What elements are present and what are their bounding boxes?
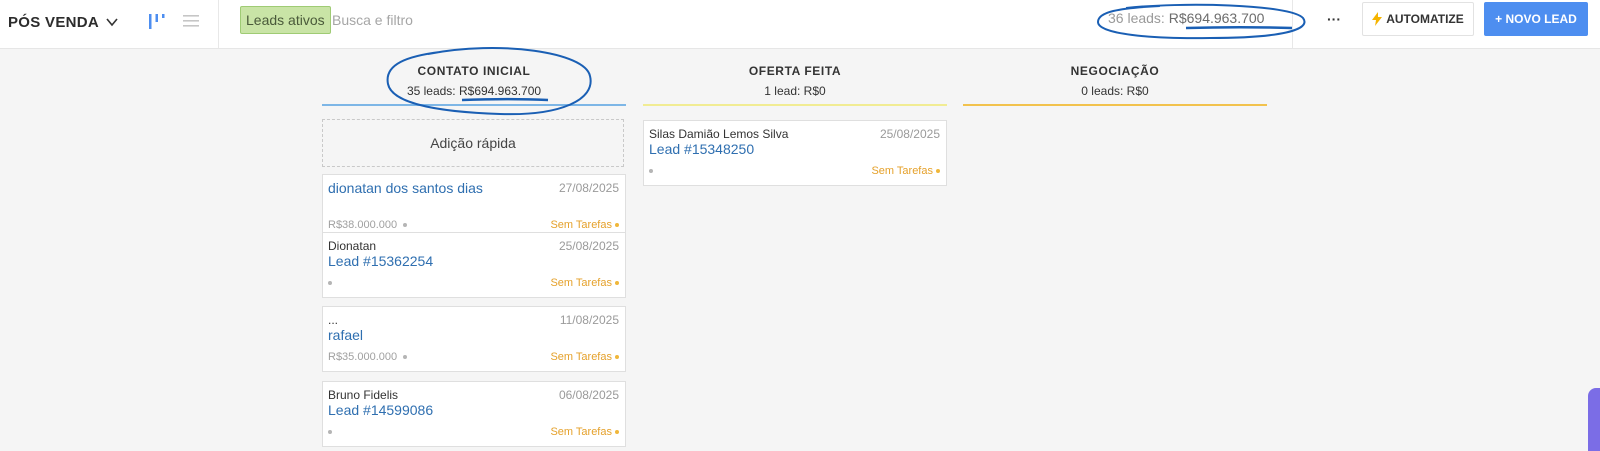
lead-card[interactable]: ... 11/08/2025 rafael R$35.000.000 Sem T… xyxy=(322,306,626,372)
card-tasks-label: Sem Tarefas xyxy=(550,277,612,289)
status-dot-icon xyxy=(328,281,332,286)
card-tasks-label: Sem Tarefas xyxy=(550,219,612,231)
automatize-label: AUTOMATIZE xyxy=(1386,12,1464,26)
column-accent-line xyxy=(963,104,1267,106)
card-tasks[interactable]: Sem Tarefas xyxy=(550,351,619,363)
card-lead-link[interactable]: Lead #15362254 xyxy=(328,253,433,269)
card-tasks[interactable]: Sem Tarefas xyxy=(550,426,619,438)
card-contact-name: Silas Damião Lemos Silva xyxy=(649,127,789,141)
column-header-oferta-feita: OFERTA FEITA 1 lead: R$0 xyxy=(643,64,947,98)
card-lead-link[interactable]: rafael xyxy=(328,327,363,343)
column-count: 0 leads: xyxy=(1081,84,1127,98)
leads-summary: 36 leads: R$694.963.700 xyxy=(1108,10,1264,26)
task-dot-icon xyxy=(615,430,619,435)
card-tasks-label: Sem Tarefas xyxy=(550,426,612,438)
summary-amount: R$694.963.700 xyxy=(1168,10,1265,26)
card-date: 25/08/2025 xyxy=(879,127,940,141)
new-lead-button[interactable]: + NOVO LEAD xyxy=(1484,2,1588,36)
search-input[interactable] xyxy=(328,6,756,34)
status-dot-icon xyxy=(328,430,332,435)
status-dot-icon xyxy=(403,355,408,360)
card-contact-name: ... xyxy=(328,313,339,327)
card-contact-name: Bruno Fidelis xyxy=(328,388,399,402)
pipeline-selector[interactable]: PÓS VENDA xyxy=(8,10,119,34)
column-accent-line xyxy=(643,104,947,106)
lead-card[interactable]: Bruno Fidelis 06/08/2025 Lead #14599086 … xyxy=(322,381,626,447)
column-stats: 0 leads: R$0 xyxy=(963,84,1267,98)
column-stats: 35 leads: R$694.963.700 xyxy=(322,84,626,98)
column-stats: 1 lead: R$0 xyxy=(643,84,947,98)
card-date: 11/08/2025 xyxy=(559,313,619,327)
card-price xyxy=(649,165,653,177)
column-title: CONTATO INICIAL xyxy=(417,64,531,78)
more-options-button[interactable]: ··· xyxy=(1320,8,1348,34)
column-title: OFERTA FEITA xyxy=(748,64,842,78)
card-date: 27/08/2025 xyxy=(558,181,619,195)
card-price-value: R$38.000.000 xyxy=(328,219,398,231)
list-view-icon[interactable] xyxy=(182,11,200,31)
column-count: 35 leads: xyxy=(406,84,459,98)
column-amount: R$0 xyxy=(1126,84,1149,98)
card-price xyxy=(328,277,332,289)
lightning-icon xyxy=(1372,12,1383,26)
lead-card[interactable]: Silas Damião Lemos Silva 25/08/2025 Lead… xyxy=(643,120,947,186)
card-price: R$35.000.000 xyxy=(328,351,408,363)
active-filter-chip[interactable]: Leads ativos xyxy=(240,6,331,34)
column-header-negociacao: NEGOCIAÇÃO 0 leads: R$0 xyxy=(963,64,1267,98)
task-dot-icon xyxy=(936,169,940,174)
kanban-view-icon[interactable] xyxy=(148,11,166,31)
pipeline-name: PÓS VENDA xyxy=(8,13,100,31)
automatize-button[interactable]: AUTOMATIZE xyxy=(1362,2,1474,36)
column-amount: R$694.963.700 xyxy=(458,84,542,98)
column-title: NEGOCIAÇÃO xyxy=(1070,64,1160,78)
column-header-contato-inicial: CONTATO INICIAL 35 leads: R$694.963.700 xyxy=(322,64,626,98)
card-lead-link[interactable]: Lead #14599086 xyxy=(328,402,433,418)
card-tasks-label: Sem Tarefas xyxy=(550,351,612,363)
card-lead-link[interactable]: Lead #15348250 xyxy=(649,141,754,157)
column-amount: R$0 xyxy=(803,84,826,98)
card-price-value: R$35.000.000 xyxy=(328,351,398,363)
card-tasks-label: Sem Tarefas xyxy=(871,165,933,177)
card-tasks[interactable]: Sem Tarefas xyxy=(550,277,619,289)
divider xyxy=(1292,0,1293,48)
card-tasks[interactable]: Sem Tarefas xyxy=(871,165,940,177)
status-dot-icon xyxy=(649,169,653,174)
card-price: R$38.000.000 xyxy=(328,219,408,231)
column-accent-line xyxy=(322,104,626,106)
top-bar: PÓS VENDA Leads ativos 36 leads: R$694.9… xyxy=(0,0,1600,49)
annotation-underline xyxy=(461,98,549,102)
quick-add-button[interactable]: Adição rápida xyxy=(322,119,624,167)
card-tasks[interactable]: Sem Tarefas xyxy=(550,219,619,231)
card-price xyxy=(328,426,332,438)
task-dot-icon xyxy=(615,281,619,286)
chevron-down-icon xyxy=(106,18,118,27)
lead-card[interactable]: Dionatan 25/08/2025 Lead #15362254 Sem T… xyxy=(322,232,626,298)
column-count: 1 lead: xyxy=(764,84,804,98)
status-dot-icon xyxy=(403,223,408,228)
summary-count: 36 leads: xyxy=(1108,10,1169,26)
lead-card[interactable]: 27/08/2025 dionatan dos santos dias R$38… xyxy=(322,174,626,240)
divider xyxy=(218,0,219,48)
task-dot-icon xyxy=(615,223,619,228)
card-contact-name: Dionatan xyxy=(328,239,377,253)
card-date: 06/08/2025 xyxy=(558,388,619,402)
card-lead-link[interactable]: dionatan dos santos dias xyxy=(328,180,483,196)
card-date: 25/08/2025 xyxy=(558,239,619,253)
task-dot-icon xyxy=(615,355,619,360)
chat-widget-tab[interactable] xyxy=(1588,388,1600,451)
